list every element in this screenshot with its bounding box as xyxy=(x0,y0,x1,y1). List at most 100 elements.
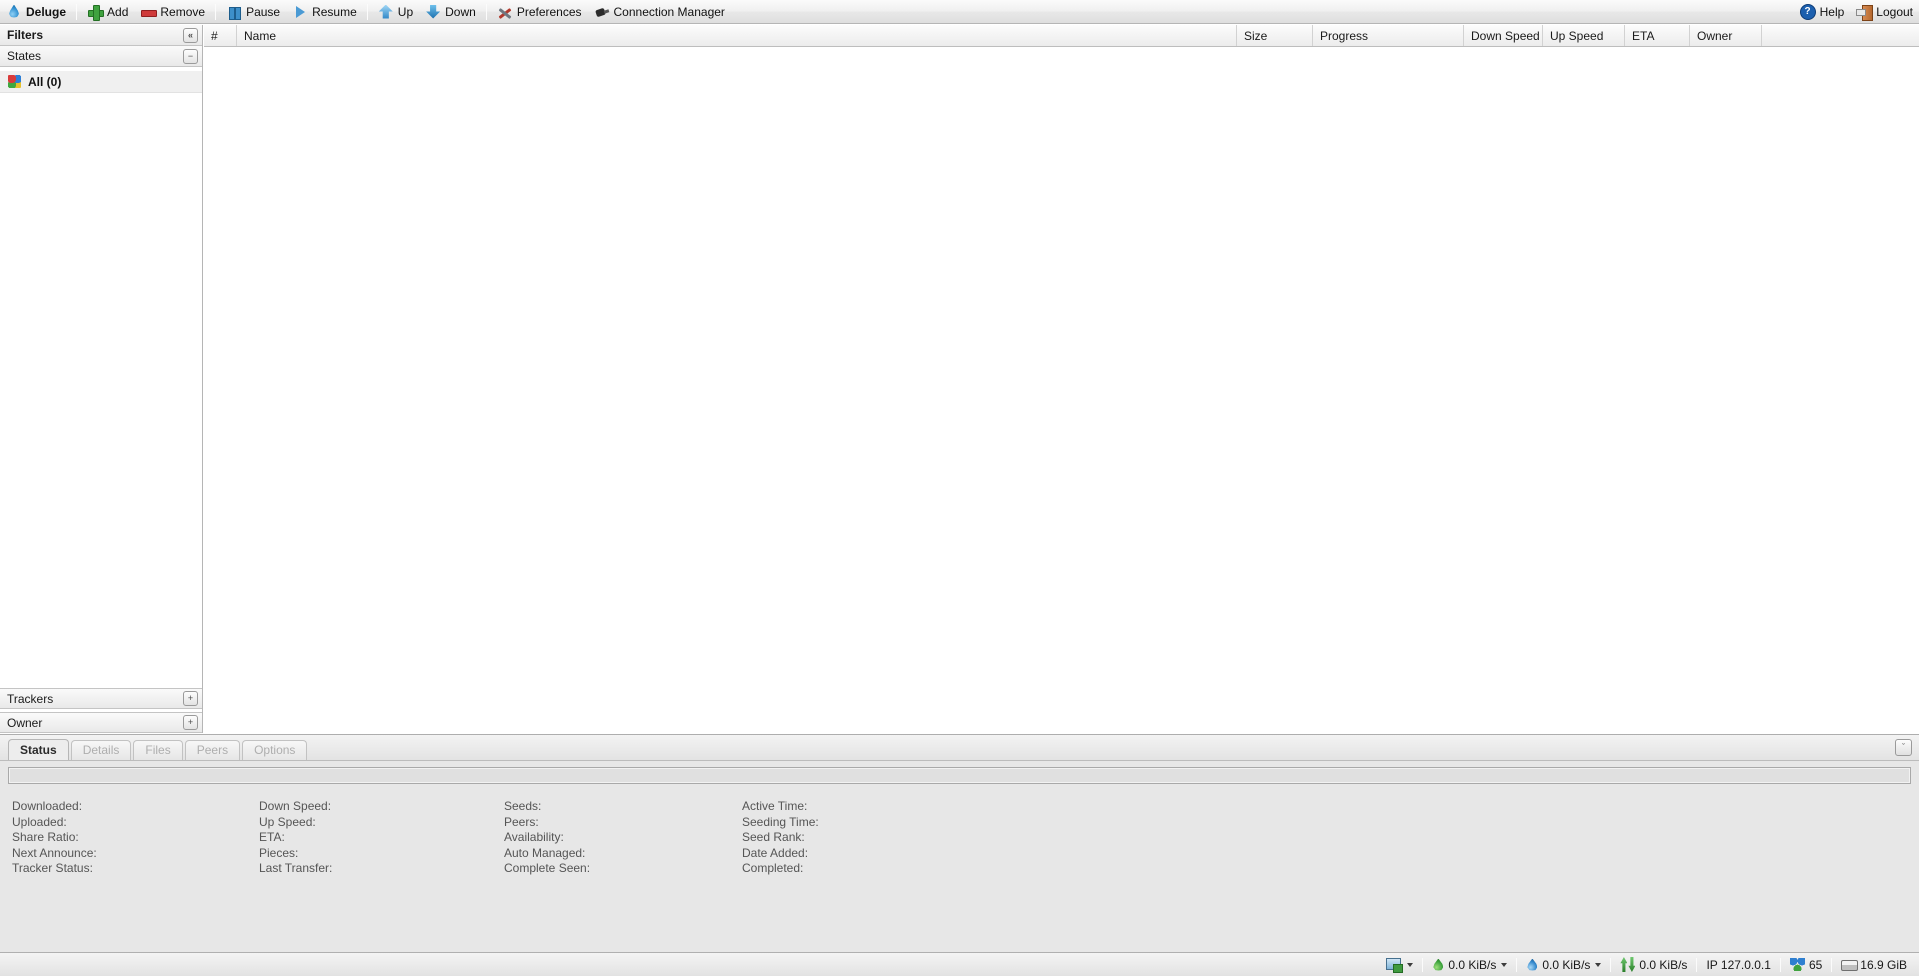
states-filter-list: All (0) xyxy=(0,71,202,685)
connection-manager-button[interactable]: Connection Manager xyxy=(588,1,731,23)
owner-title: Owner xyxy=(7,715,43,730)
column-header-progress[interactable]: Progress xyxy=(1313,25,1464,46)
tab-details[interactable]: Details xyxy=(70,740,132,760)
status-label-next-announce: Next Announce: xyxy=(12,845,97,860)
statusbar-separator xyxy=(1696,957,1698,972)
status-label-pieces: Pieces: xyxy=(259,845,299,860)
sidebar-item-label: All (0) xyxy=(28,74,62,89)
queue-down-button[interactable]: Down xyxy=(419,1,482,23)
tab-status[interactable]: Status xyxy=(8,739,69,760)
download-speed-button[interactable]: 0.0 KiB/s xyxy=(1426,955,1513,975)
ip-address-value: IP 127.0.0.1 xyxy=(1706,957,1771,972)
column-header-filler xyxy=(1762,25,1919,46)
states-section-header[interactable]: States − xyxy=(0,46,202,67)
help-label: Help xyxy=(1819,4,1845,19)
column-header-number[interactable]: # xyxy=(204,25,237,46)
owner-section-header[interactable]: Owner + xyxy=(0,712,202,733)
status-label-date-added: Date Added: xyxy=(742,845,809,860)
toolbar-separator xyxy=(76,3,78,20)
download-drop-icon xyxy=(1432,958,1444,972)
status-label-up-speed: Up Speed: xyxy=(259,814,316,829)
minus-icon xyxy=(140,4,158,20)
plug-icon xyxy=(594,4,610,20)
chevron-down-icon xyxy=(1407,962,1414,967)
status-label-seeding-time: Seeding Time: xyxy=(742,814,819,829)
resume-label: Resume xyxy=(312,4,357,19)
owner-toggle-button[interactable]: + xyxy=(183,715,198,730)
status-label-seed-rank: Seed Rank: xyxy=(742,830,805,845)
remove-torrent-button[interactable]: Remove xyxy=(134,1,211,23)
status-label-uploaded: Uploaded: xyxy=(12,814,67,829)
resume-button[interactable]: Resume xyxy=(286,1,363,23)
column-header-up-speed[interactable]: Up Speed xyxy=(1543,25,1625,46)
preferences-label: Preferences xyxy=(516,4,582,19)
peers-count-indicator[interactable]: 65 xyxy=(1784,955,1828,975)
status-label-down-speed: Down Speed: xyxy=(259,799,332,813)
collapse-sidebar-button[interactable]: « xyxy=(183,27,198,43)
filters-sidebar: Filters « States − All (0) Trackers + Ow… xyxy=(0,25,203,733)
toolbar-separator xyxy=(215,3,217,20)
play-icon xyxy=(292,4,308,20)
queue-up-button[interactable]: Up xyxy=(372,1,419,23)
pause-label: Pause xyxy=(246,4,281,19)
states-toggle-button[interactable]: − xyxy=(183,48,198,64)
protocol-traffic-indicator[interactable]: 0.0 KiB/s xyxy=(1614,955,1693,975)
statusbar-separator xyxy=(1831,957,1833,972)
upload-speed-button[interactable]: 0.0 KiB/s xyxy=(1520,955,1607,975)
toolbar-separator xyxy=(485,3,487,20)
trackers-toggle-button[interactable]: + xyxy=(183,691,198,706)
torrent-grid: # Name Size Progress Down Speed Up Speed… xyxy=(204,25,1919,733)
collapse-details-panel-button[interactable]: ˇ xyxy=(1895,739,1912,756)
deluge-logo-button[interactable]: Deluge xyxy=(0,1,72,23)
trackers-section-header[interactable]: Trackers + xyxy=(0,688,202,709)
filters-title: Filters xyxy=(7,28,44,42)
sidebar-item-all[interactable]: All (0) xyxy=(0,71,202,93)
main-toolbar: Deluge Add Remove Pause Resume Up Down P… xyxy=(0,0,1919,24)
tab-files[interactable]: Files xyxy=(133,740,183,760)
disk-icon xyxy=(1841,959,1859,971)
status-label-availability: Availability: xyxy=(504,830,564,845)
free-space-indicator[interactable]: 16.9 GiB xyxy=(1835,955,1913,975)
all-filter-icon xyxy=(8,75,21,88)
statusbar-separator xyxy=(1610,957,1612,972)
download-speed-value: 0.0 KiB/s xyxy=(1448,957,1497,972)
status-bar: 0.0 KiB/s 0.0 KiB/s 0.0 KiB/s IP 127.0.0… xyxy=(0,952,1919,976)
column-header-owner[interactable]: Owner xyxy=(1690,25,1762,46)
add-torrent-button[interactable]: Add xyxy=(81,1,134,23)
torrent-progress-bar xyxy=(8,767,1911,784)
pause-button[interactable]: Pause xyxy=(220,1,286,23)
toolbar-separator xyxy=(366,3,368,20)
torrent-progress-wrap xyxy=(0,761,1919,784)
tab-options[interactable]: Options xyxy=(242,740,308,760)
app-title: Deluge xyxy=(26,4,67,19)
trackers-title: Trackers xyxy=(7,691,54,706)
column-header-eta[interactable]: ETA xyxy=(1625,25,1690,46)
column-header-down-speed[interactable]: Down Speed xyxy=(1464,25,1543,46)
logout-button[interactable]: Logout xyxy=(1850,1,1919,23)
column-header-name[interactable]: Name xyxy=(237,25,1237,46)
status-fields-grid: Downloaded: Down Speed: Seeds: Active Ti… xyxy=(0,793,1919,952)
filters-header: Filters « xyxy=(0,25,202,46)
chevron-down-icon xyxy=(1501,962,1508,967)
status-label-completed: Completed: xyxy=(742,861,804,876)
status-label-auto-managed: Auto Managed: xyxy=(504,845,586,860)
column-header-size[interactable]: Size xyxy=(1237,25,1313,46)
status-label-downloaded: Downloaded: xyxy=(12,799,83,813)
statusbar-separator xyxy=(1516,957,1518,972)
status-label-complete-seen: Complete Seen: xyxy=(504,861,591,876)
status-label-active-time: Active Time: xyxy=(742,799,808,813)
tab-peers[interactable]: Peers xyxy=(184,740,241,760)
help-button[interactable]: Help xyxy=(1794,1,1851,23)
ip-address-indicator[interactable]: IP 127.0.0.1 xyxy=(1700,955,1777,975)
connection-manager-label: Connection Manager xyxy=(613,4,725,19)
connection-status-button[interactable] xyxy=(1380,955,1419,975)
status-label-eta: ETA: xyxy=(259,830,285,845)
up-label: Up xyxy=(397,4,414,19)
torrent-list-empty[interactable] xyxy=(204,47,1919,733)
plus-icon xyxy=(87,4,105,21)
preferences-icon xyxy=(497,4,513,20)
preferences-button[interactable]: Preferences xyxy=(491,1,588,23)
protocol-traffic-value: 0.0 KiB/s xyxy=(1639,957,1688,972)
free-space-value: 16.9 GiB xyxy=(1860,957,1907,972)
arrow-up-icon xyxy=(378,4,394,20)
